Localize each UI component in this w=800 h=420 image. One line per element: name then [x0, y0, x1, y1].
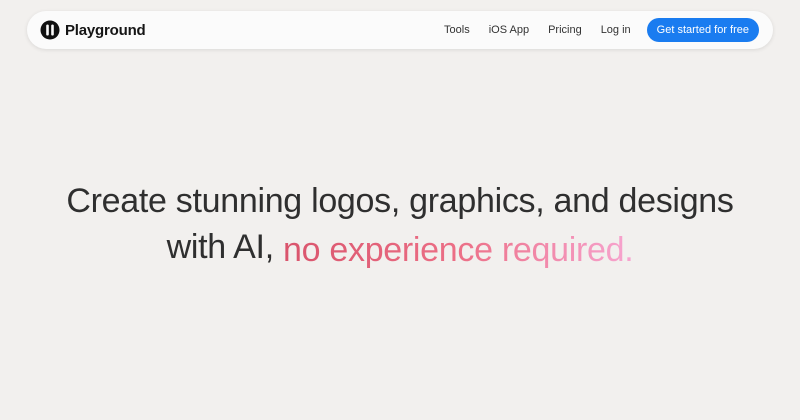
nav-link-pricing[interactable]: Pricing	[548, 24, 582, 36]
nav-link-ios-app[interactable]: iOS App	[489, 24, 529, 36]
nav-link-tools[interactable]: Tools	[444, 24, 470, 36]
hero-headline-line-1: Create stunning logos, graphics, and des…	[66, 182, 734, 220]
top-navbar: Playground Tools iOS App Pricing Log in …	[27, 11, 773, 49]
playground-logo-icon	[40, 20, 60, 40]
hero-headline-accent: no experience required.	[283, 227, 634, 273]
brand-link[interactable]: Playground	[40, 20, 146, 40]
hero-section: Create stunning logos, graphics, and des…	[0, 178, 800, 270]
get-started-button[interactable]: Get started for free	[646, 18, 759, 42]
nav-link-log-in[interactable]: Log in	[601, 24, 631, 36]
hero-headline-line-2: with AI, no experience required.	[0, 224, 800, 270]
brand-name: Playground	[65, 21, 146, 39]
nav-links: Tools iOS App Pricing Log in Get started…	[444, 18, 759, 42]
hero-headline-prefix: with AI,	[166, 228, 275, 266]
